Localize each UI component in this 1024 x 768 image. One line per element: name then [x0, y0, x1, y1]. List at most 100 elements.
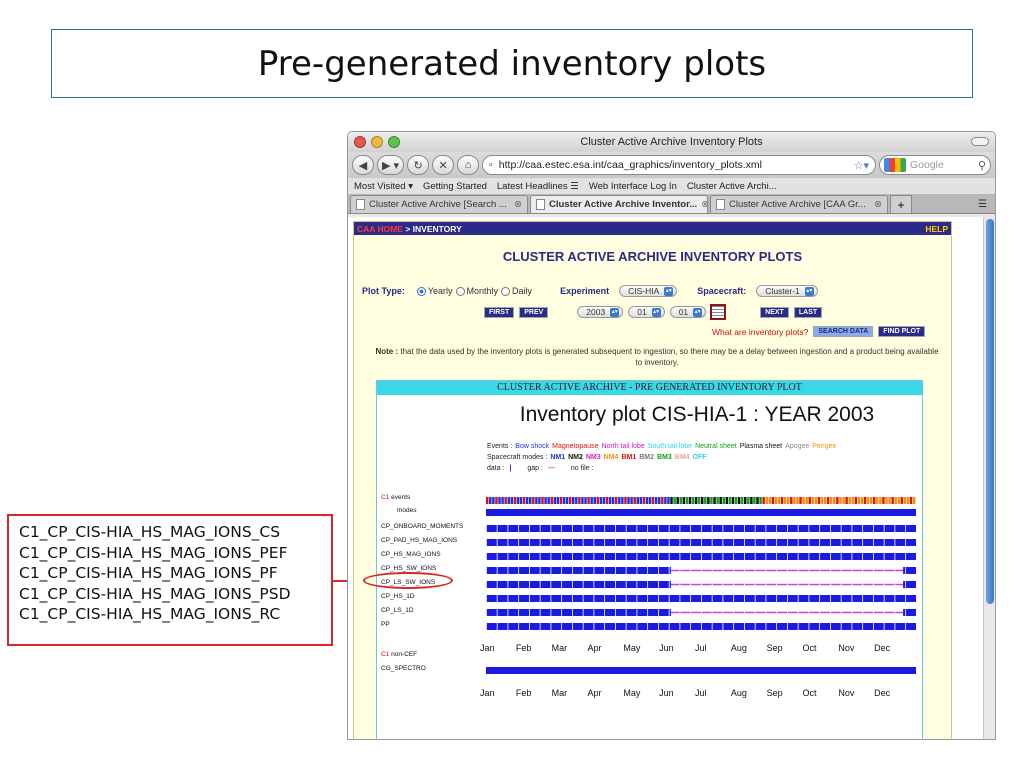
- prev-button[interactable]: PREV: [519, 306, 549, 318]
- data-bar-tick: [851, 525, 853, 532]
- radio-monthly[interactable]: [455, 286, 465, 296]
- tab-label: Cluster Active Archive Inventor...: [549, 199, 698, 210]
- data-bar-tick: [625, 567, 627, 574]
- find-plot-button[interactable]: FIND PLOT: [878, 326, 926, 337]
- data-bar-tick: [830, 539, 831, 546]
- bookmark-web-interface[interactable]: Web Interface Log In: [589, 181, 677, 192]
- calendar-icon[interactable]: [710, 304, 727, 320]
- data-bar-tick: [722, 525, 724, 532]
- event-mark: [553, 497, 557, 504]
- data-bar-tick: [636, 609, 638, 616]
- home-button[interactable]: ⌂: [457, 155, 480, 175]
- experiment-select[interactable]: CIS-HIA ▴▾: [619, 285, 678, 297]
- radio-yearly[interactable]: [416, 286, 426, 296]
- bookmark-getting-started[interactable]: Getting Started: [423, 181, 487, 192]
- search-data-button[interactable]: SEARCH DATA: [813, 326, 874, 337]
- tab-search[interactable]: Cluster Active Archive [Search ... ⊗: [350, 195, 528, 213]
- first-button[interactable]: FIRST: [484, 306, 515, 318]
- google-icon[interactable]: [884, 158, 906, 172]
- spacecraft-select[interactable]: Cluster-1 ▴▾: [756, 285, 818, 297]
- month-tick-label: Jul: [695, 643, 707, 653]
- radio-daily[interactable]: [501, 286, 511, 296]
- new-tab-button[interactable]: +: [890, 195, 912, 213]
- year-select[interactable]: 2003 ▴▾: [577, 306, 624, 318]
- month-tick-label: Dec: [874, 688, 891, 698]
- data-bar-tick: [819, 595, 821, 602]
- bookmark-most-visited[interactable]: Most Visited ▾: [354, 181, 413, 192]
- data-bar-tick: [765, 595, 767, 602]
- url-text[interactable]: http://caa.estec.esa.int/caa_graphics/in…: [499, 159, 848, 171]
- data-bar-tick: [754, 525, 756, 532]
- bookmark-latest-headlines[interactable]: Latest Headlines ☰: [497, 181, 579, 192]
- close-window-icon[interactable]: [354, 136, 366, 148]
- caa-home-link[interactable]: CAA HOME: [357, 224, 403, 234]
- event-mark: [611, 497, 615, 504]
- bookmark-cluster-archive[interactable]: Cluster Active Archi...: [687, 181, 777, 192]
- month-tick-label: Jun: [659, 643, 674, 653]
- data-bar-tick: [529, 623, 530, 630]
- event-mark: [654, 497, 658, 504]
- month-select[interactable]: 01 ▴▾: [628, 306, 665, 318]
- close-tab-icon[interactable]: ⊗: [874, 199, 882, 210]
- data-bar-tick: [883, 595, 885, 602]
- data-bar-tick: [851, 553, 853, 560]
- stop-button[interactable]: ✕: [432, 155, 455, 175]
- data-bar-tick: [808, 553, 810, 560]
- event-mark: [578, 497, 581, 504]
- data-bar-tick: [744, 525, 745, 532]
- data-bar-tick: [539, 609, 541, 616]
- bookmark-star-icon[interactable]: ☆▾: [854, 159, 869, 172]
- data-bar-tick: [593, 581, 595, 588]
- event-mark: [731, 497, 735, 504]
- what-are-plots-link[interactable]: What are inventory plots?: [712, 327, 808, 337]
- data-bar-tick: [615, 567, 616, 574]
- forward-button[interactable]: ▶ ▾: [377, 155, 405, 175]
- url-bar[interactable]: ▫ http://caa.estec.esa.int/caa_graphics/…: [482, 155, 876, 175]
- data-bar-tick: [894, 525, 896, 532]
- close-tab-icon[interactable]: ⊗: [514, 199, 522, 210]
- data-bar-tick: [486, 581, 487, 588]
- day-select[interactable]: 01 ▴▾: [669, 306, 707, 318]
- data-bar-tick: [808, 623, 810, 630]
- zoom-window-icon[interactable]: [388, 136, 400, 148]
- back-button[interactable]: ◀: [352, 155, 374, 175]
- data-bar-tick: [797, 525, 799, 532]
- event-mark: [559, 497, 563, 504]
- event-mark: [584, 497, 587, 504]
- data-bar-tick: [593, 525, 595, 532]
- data-bar-tick: [722, 553, 724, 560]
- last-button[interactable]: LAST: [793, 306, 823, 318]
- data-bar-tick: [593, 553, 595, 560]
- data-bar-tick: [668, 609, 670, 616]
- help-link[interactable]: HELP: [925, 224, 948, 234]
- data-bar-tick: [862, 525, 864, 532]
- tab-list-icon[interactable]: ☰: [978, 199, 993, 213]
- data-bar-tick: [496, 623, 498, 630]
- page-scrollbar[interactable]: [983, 217, 995, 739]
- event-mark: [651, 497, 655, 504]
- tab-inventory[interactable]: Cluster Active Archive Inventor... ⊗: [530, 195, 708, 213]
- reload-button[interactable]: ↻: [407, 155, 430, 175]
- data-bar-tick: [851, 539, 853, 546]
- data-bar-tick: [830, 609, 831, 616]
- tab-graphics[interactable]: Cluster Active Archive [CAA Gr... ⊗: [710, 195, 888, 213]
- event-mark: [525, 497, 529, 504]
- data-bar-tick: [604, 539, 606, 546]
- data-bar-tick: [507, 609, 509, 616]
- callout-line: C1_CP_CIS-HIA_HS_MAG_IONS_CS: [19, 523, 281, 541]
- next-button[interactable]: NEXT: [760, 306, 789, 318]
- document-icon: [356, 199, 365, 210]
- search-icon[interactable]: ⚲: [978, 159, 986, 172]
- data-bar: [486, 567, 671, 574]
- event-mark: [722, 497, 725, 504]
- toolbar-toggle-icon[interactable]: [971, 137, 989, 146]
- event-mark: [688, 497, 692, 504]
- data-bar-tick: [733, 525, 735, 532]
- search-row: What are inventory plots? SEARCH DATA FI…: [712, 326, 926, 337]
- event-mark: [532, 497, 535, 504]
- close-tab-icon[interactable]: ⊗: [701, 199, 707, 210]
- scrollbar-thumb[interactable]: [986, 219, 994, 604]
- tab-label: Cluster Active Archive [CAA Gr...: [729, 199, 866, 210]
- search-box[interactable]: Google ⚲: [879, 155, 991, 175]
- minimize-window-icon[interactable]: [371, 136, 383, 148]
